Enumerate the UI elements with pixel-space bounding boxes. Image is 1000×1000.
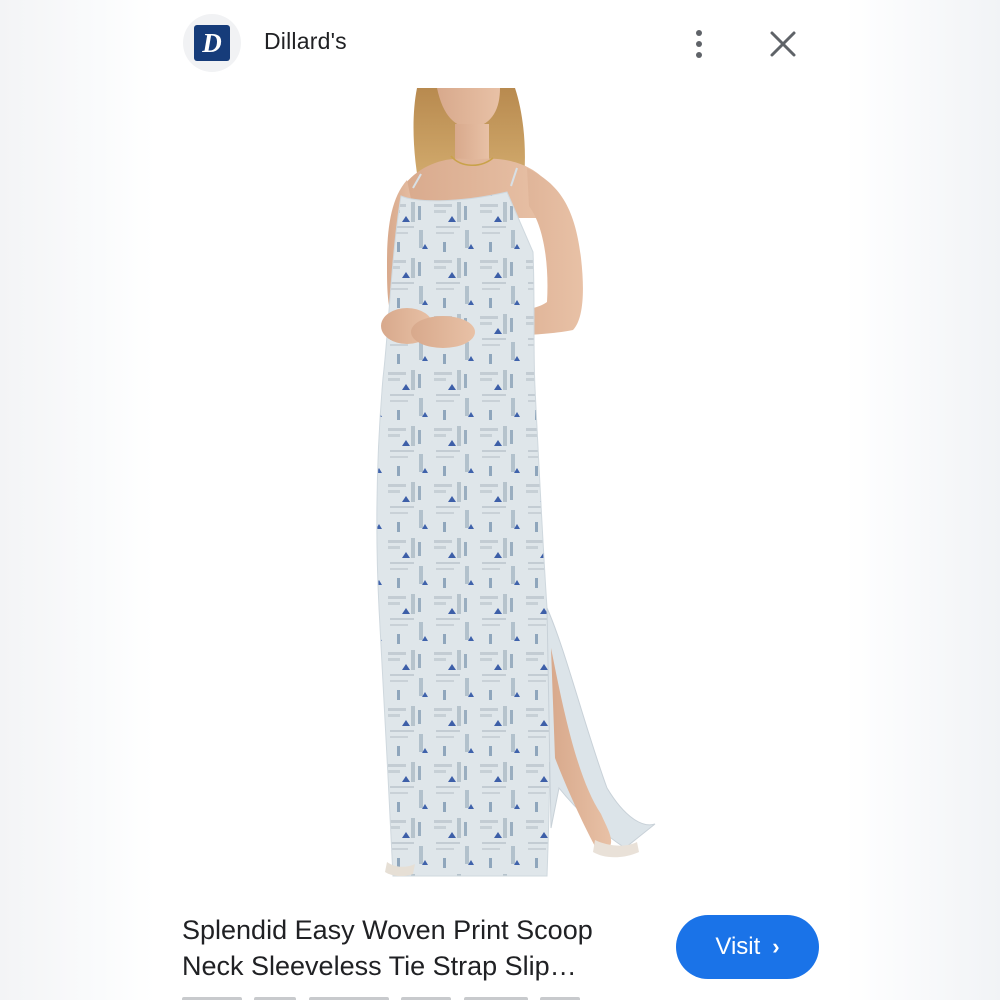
image-preview-panel: D Dillard's Splendid Easy Woven Print Sc…	[155, 0, 845, 1000]
site-name[interactable]: Dillard's	[264, 28, 347, 55]
truncated-next-line	[182, 992, 652, 1000]
panel-header: D Dillard's	[155, 0, 845, 88]
product-title-line-1: Splendid Easy Woven Print Scoop	[182, 915, 593, 945]
product-image[interactable]	[155, 88, 845, 888]
site-logo[interactable]: D	[183, 14, 241, 72]
close-button[interactable]	[763, 24, 803, 64]
visit-button-label: Visit	[715, 933, 761, 960]
chevron-right-icon: ›	[772, 934, 780, 959]
more-vert-icon-dot	[696, 30, 702, 36]
more-vert-icon-dot	[696, 41, 702, 47]
product-photo-dress	[376, 88, 656, 877]
close-icon	[770, 31, 796, 57]
site-logo-mark: D	[194, 25, 230, 61]
product-title-line-2: Neck Sleeveless Tie Strap Slip…	[182, 951, 577, 981]
visit-button[interactable]: Visit ›	[676, 915, 819, 979]
more-options-button[interactable]	[681, 22, 717, 66]
more-vert-icon-dot	[696, 52, 702, 58]
product-title[interactable]: Splendid Easy Woven Print Scoop Neck Sle…	[182, 912, 652, 984]
